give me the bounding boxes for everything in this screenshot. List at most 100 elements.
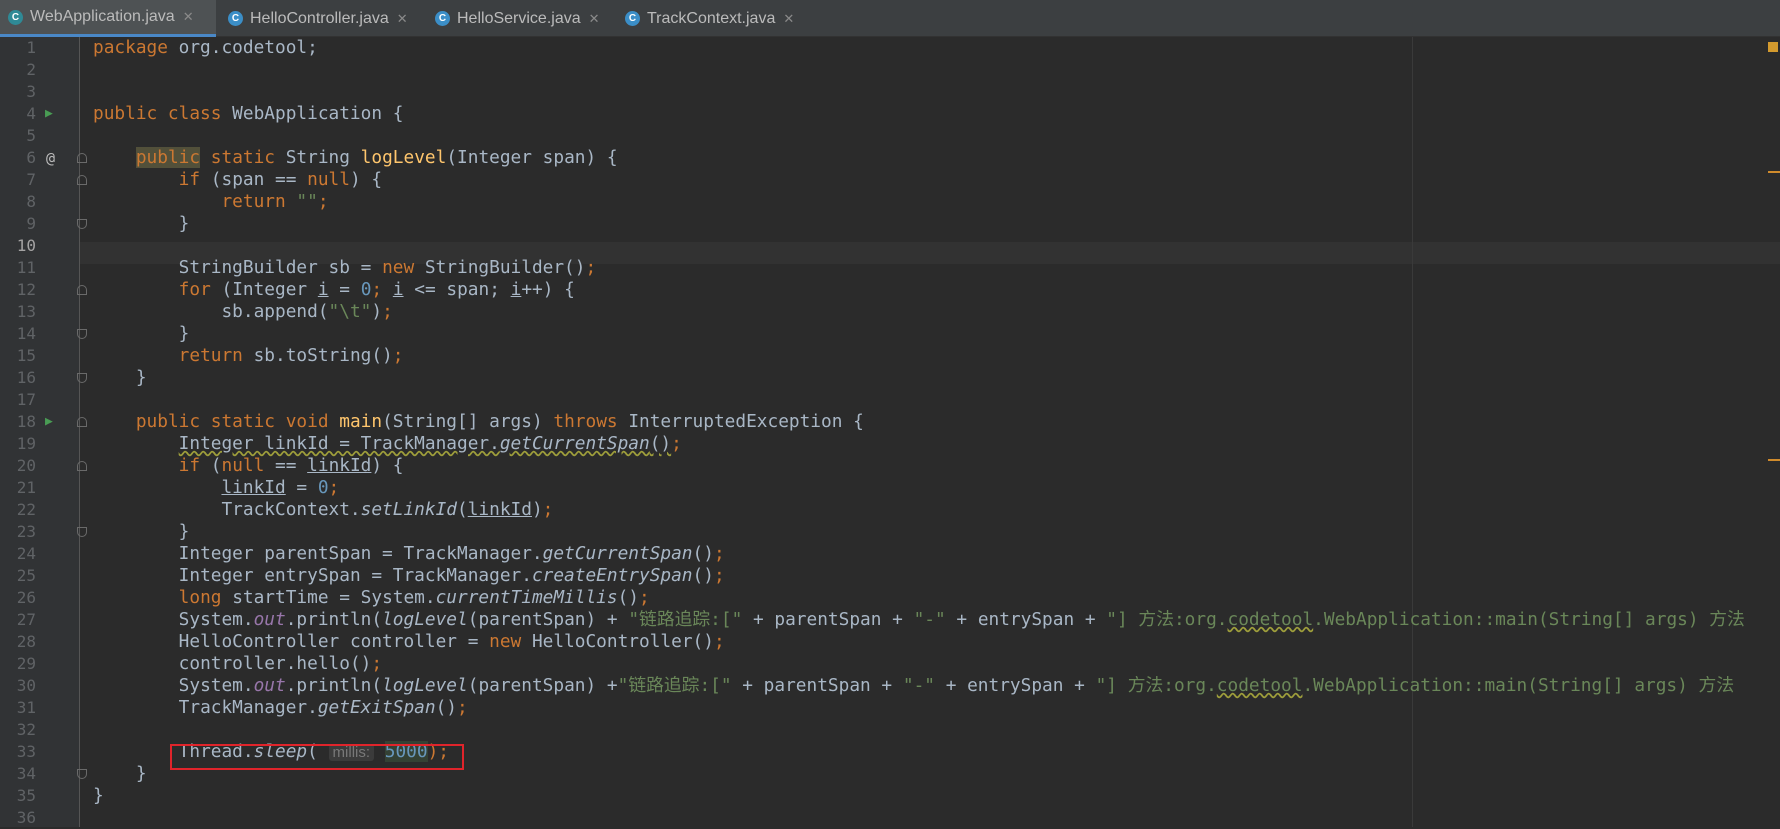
code-line-8: return ""; xyxy=(221,191,329,212)
code-line-25: Integer entrySpan = TrackManager.createE… xyxy=(178,565,725,586)
line-number: 21 xyxy=(16,478,36,497)
fold-marker-icon[interactable] xyxy=(77,285,87,295)
class-icon: C xyxy=(228,11,243,26)
tab-label: TrackContext.java xyxy=(647,9,776,27)
line-number: 10 xyxy=(16,236,36,255)
line-number: 11 xyxy=(16,258,36,277)
line-number: 26 xyxy=(16,588,36,607)
tab-helloservice[interactable]: C HelloService.java ✕ xyxy=(427,0,613,37)
code-line-35: } xyxy=(93,785,104,806)
code-editor[interactable]: 1 2 3 4 5 6 7 8 9 10 11 12 13 14 15 16 17 18 19 20 21 22 23 24 2… xyxy=(0,37,1780,827)
line-number: 4 xyxy=(26,104,36,123)
fold-marker-icon[interactable] xyxy=(77,417,87,427)
fold-marker-icon[interactable] xyxy=(77,153,87,163)
line-number: 5 xyxy=(26,126,36,145)
line-number: 34 xyxy=(16,764,36,783)
error-stripe[interactable] xyxy=(1766,37,1780,827)
tab-label: HelloController.java xyxy=(250,9,389,27)
run-gutter-icon[interactable]: ▶ xyxy=(45,411,53,433)
code-line-13: sb.append("\t"); xyxy=(221,301,393,322)
code-line-16: } xyxy=(135,367,147,388)
code-line-30: System.out.println(logLevel(parentSpan) … xyxy=(178,675,1735,696)
parameter-hint: millis: xyxy=(328,744,375,761)
tab-label: HelloService.java xyxy=(457,9,581,27)
tab-trackcontext[interactable]: C TrackContext.java ✕ xyxy=(617,0,807,37)
line-number: 16 xyxy=(16,368,36,387)
class-run-icon: C xyxy=(8,9,23,25)
line-number: 35 xyxy=(16,786,36,805)
class-icon: C xyxy=(435,11,450,26)
code-line-7: if (span == null) { xyxy=(178,169,383,190)
code-line-11: StringBuilder sb = new StringBuilder(); xyxy=(178,257,597,278)
line-number: 28 xyxy=(16,632,36,651)
line-number: 18 xyxy=(16,412,36,431)
code-line-1: package org.codetool; xyxy=(93,37,318,58)
tab-hellocontroller[interactable]: C HelloController.java ✕ xyxy=(220,0,420,37)
fold-marker-icon[interactable] xyxy=(77,219,87,229)
line-number: 7 xyxy=(26,170,36,189)
line-number: 33 xyxy=(16,742,36,761)
fold-marker-icon[interactable] xyxy=(77,527,87,537)
line-number: 17 xyxy=(16,390,36,409)
line-number: 3 xyxy=(26,82,36,101)
line-number: 24 xyxy=(16,544,36,563)
fold-marker-icon[interactable] xyxy=(77,329,87,339)
code-line-12: for (Integer i = 0; i <= span; i++) { xyxy=(178,279,575,300)
line-number: 32 xyxy=(16,720,36,739)
code-line-22: TrackContext.setLinkId(linkId); xyxy=(221,499,554,520)
line-number: 9 xyxy=(26,214,36,233)
line-number: 36 xyxy=(16,808,36,827)
line-number-gutter[interactable]: 1 2 3 4 5 6 7 8 9 10 11 12 13 14 15 16 17 18 19 20 21 22 23 24 2… xyxy=(0,37,80,827)
code-line-27: System.out.println(logLevel(parentSpan) … xyxy=(178,609,1745,630)
code-line-18: public static void main(String[] args) t… xyxy=(135,411,864,432)
line-number: 22 xyxy=(16,500,36,519)
line-number: 19 xyxy=(16,434,36,453)
line-number: 25 xyxy=(16,566,36,585)
code-line-19: Integer linkId = TrackManager.getCurrent… xyxy=(178,433,682,454)
code-line-34: } xyxy=(135,763,147,784)
line-number: 30 xyxy=(16,676,36,695)
code-line-14: } xyxy=(178,323,190,344)
code-line-21: linkId = 0; xyxy=(221,477,340,498)
line-number: 2 xyxy=(26,60,36,79)
line-number: 6 xyxy=(26,148,36,167)
code-line-33: Thread.sleep( millis: 5000); xyxy=(178,741,450,762)
line-number: 12 xyxy=(16,280,36,299)
line-number: 31 xyxy=(16,698,36,717)
close-icon[interactable]: ✕ xyxy=(589,11,600,27)
line-number: 27 xyxy=(16,610,36,629)
code-line-29: controller.hello(); xyxy=(178,653,383,674)
code-line-26: long startTime = System.currentTimeMilli… xyxy=(178,587,650,608)
code-line-4: public class WebApplication { xyxy=(93,103,404,124)
code-line-24: Integer parentSpan = TrackManager.getCur… xyxy=(178,543,725,564)
line-number: 8 xyxy=(26,192,36,211)
warning-marker[interactable] xyxy=(1768,171,1780,173)
code-line-9: } xyxy=(178,213,190,234)
line-number: 23 xyxy=(16,522,36,541)
code-line-15: return sb.toString(); xyxy=(178,345,404,366)
inspection-status-icon[interactable] xyxy=(1768,42,1778,52)
fold-marker-icon[interactable] xyxy=(77,373,87,383)
line-number: 1 xyxy=(26,38,36,57)
right-margin-guide xyxy=(1412,37,1413,827)
at-sign-icon[interactable]: @ xyxy=(46,147,55,169)
warning-marker[interactable] xyxy=(1768,459,1780,461)
class-icon: C xyxy=(625,11,640,26)
line-number: 29 xyxy=(16,654,36,673)
close-icon[interactable]: ✕ xyxy=(183,9,194,25)
tab-webapplication[interactable]: C WebApplication.java ✕ xyxy=(0,0,216,37)
line-number: 20 xyxy=(16,456,36,475)
code-line-28: HelloController controller = new HelloCo… xyxy=(178,631,725,652)
fold-marker-icon[interactable] xyxy=(77,175,87,185)
close-icon[interactable]: ✕ xyxy=(783,11,794,27)
fold-marker-icon[interactable] xyxy=(77,769,87,779)
code-line-31: TrackManager.getExitSpan(); xyxy=(178,697,468,718)
editor-tab-bar: C WebApplication.java ✕ C HelloControlle… xyxy=(0,0,1780,37)
line-number: 14 xyxy=(16,324,36,343)
run-gutter-icon[interactable]: ▶ xyxy=(45,103,53,125)
code-line-6: public static String logLevel(Integer sp… xyxy=(135,147,618,168)
line-number: 13 xyxy=(16,302,36,321)
close-icon[interactable]: ✕ xyxy=(397,11,408,27)
code-line-20: if (null == linkId) { xyxy=(178,455,404,476)
fold-marker-icon[interactable] xyxy=(77,461,87,471)
